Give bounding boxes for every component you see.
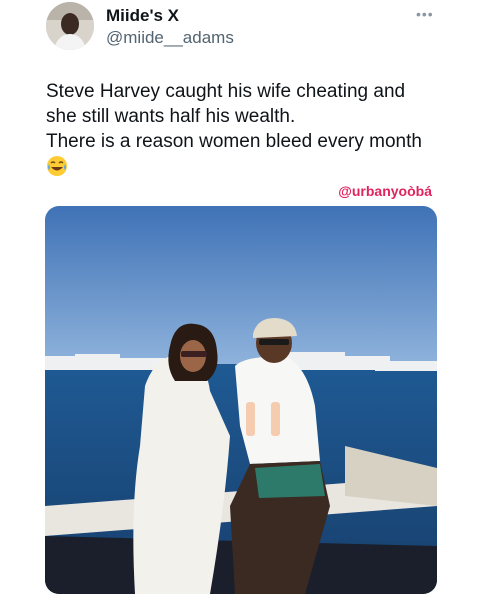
watermark-text: @urbanyoòbá [338, 183, 432, 199]
tweet-text: Steve Harvey caught his wife cheating an… [46, 79, 466, 154]
author-display-name[interactable]: Miide's X [106, 6, 179, 26]
author-handle[interactable]: @miide__adams [106, 28, 234, 48]
tweet-text-line: Steve Harvey caught his wife cheating an… [46, 81, 406, 102]
more-horizontal-icon[interactable]: ••• [416, 6, 434, 22]
tweet-text-line: There is a reason women bleed every mont… [46, 131, 422, 152]
tears-of-joy-emoji-icon [46, 155, 68, 177]
tweet-photo[interactable] [45, 206, 437, 594]
avatar[interactable] [46, 2, 94, 50]
tweet-text-line: she still wants half his wealth. [46, 106, 296, 127]
